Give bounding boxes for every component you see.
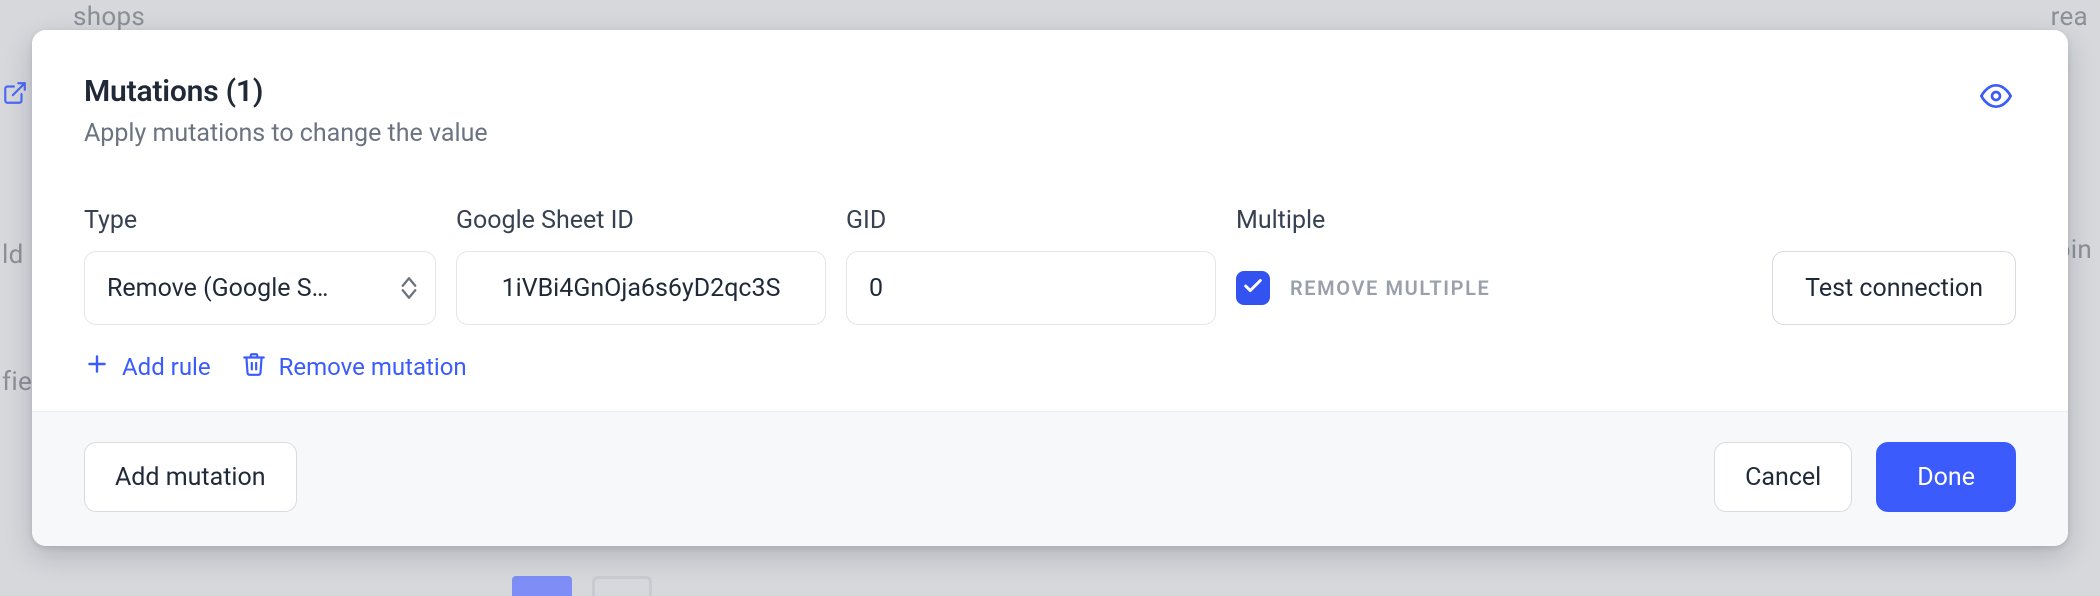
google-sheet-id-label: Google Sheet ID xyxy=(456,206,826,235)
modal-title: Mutations (1) xyxy=(84,74,488,109)
add-mutation-label: Add mutation xyxy=(115,463,266,492)
eye-icon xyxy=(1980,80,2012,116)
bg-shape xyxy=(512,576,572,596)
cancel-label: Cancel xyxy=(1745,463,1821,492)
multiple-label: Multiple xyxy=(1236,206,1752,235)
done-button[interactable]: Done xyxy=(1876,442,2016,512)
type-select[interactable]: Remove (Google S… xyxy=(84,251,436,325)
bg-text: fie xyxy=(2,367,32,397)
cancel-button[interactable]: Cancel xyxy=(1714,442,1852,512)
google-sheet-id-value: 1iVBi4GnOja6s6yD2qc3S xyxy=(502,274,781,303)
bg-text: ld xyxy=(2,240,24,270)
bg-text: rea xyxy=(2051,2,2088,32)
plus-icon xyxy=(84,351,110,383)
gid-value: 0 xyxy=(869,274,883,303)
test-connection-label: Test connection xyxy=(1805,274,1983,303)
remove-multiple-checkbox[interactable] xyxy=(1236,271,1270,305)
trash-icon xyxy=(241,351,267,383)
check-icon xyxy=(1242,275,1264,301)
bg-text: shops xyxy=(73,2,145,32)
test-connection-button[interactable]: Test connection xyxy=(1772,251,2016,325)
google-sheet-id-input[interactable]: 1iVBi4GnOja6s6yD2qc3S xyxy=(456,251,826,325)
gid-input[interactable]: 0 xyxy=(846,251,1216,325)
add-rule-button[interactable]: Add rule xyxy=(84,351,211,383)
modal-subtitle: Apply mutations to change the value xyxy=(84,119,488,148)
mutations-modal: Mutations (1) Apply mutations to change … xyxy=(32,30,2068,546)
remove-mutation-label: Remove mutation xyxy=(279,353,467,381)
bg-shape xyxy=(592,576,652,596)
done-label: Done xyxy=(1917,463,1975,492)
add-rule-label: Add rule xyxy=(122,353,211,381)
remove-multiple-label: REMOVE MULTIPLE xyxy=(1290,276,1490,300)
preview-button[interactable] xyxy=(1976,78,2016,118)
external-link-icon xyxy=(2,80,28,110)
add-mutation-button[interactable]: Add mutation xyxy=(84,442,297,512)
type-label: Type xyxy=(84,206,436,235)
chevron-updown-icon xyxy=(401,277,417,299)
gid-label: GID xyxy=(846,206,1216,235)
remove-mutation-button[interactable]: Remove mutation xyxy=(241,351,467,383)
type-select-value: Remove (Google S… xyxy=(107,274,413,303)
